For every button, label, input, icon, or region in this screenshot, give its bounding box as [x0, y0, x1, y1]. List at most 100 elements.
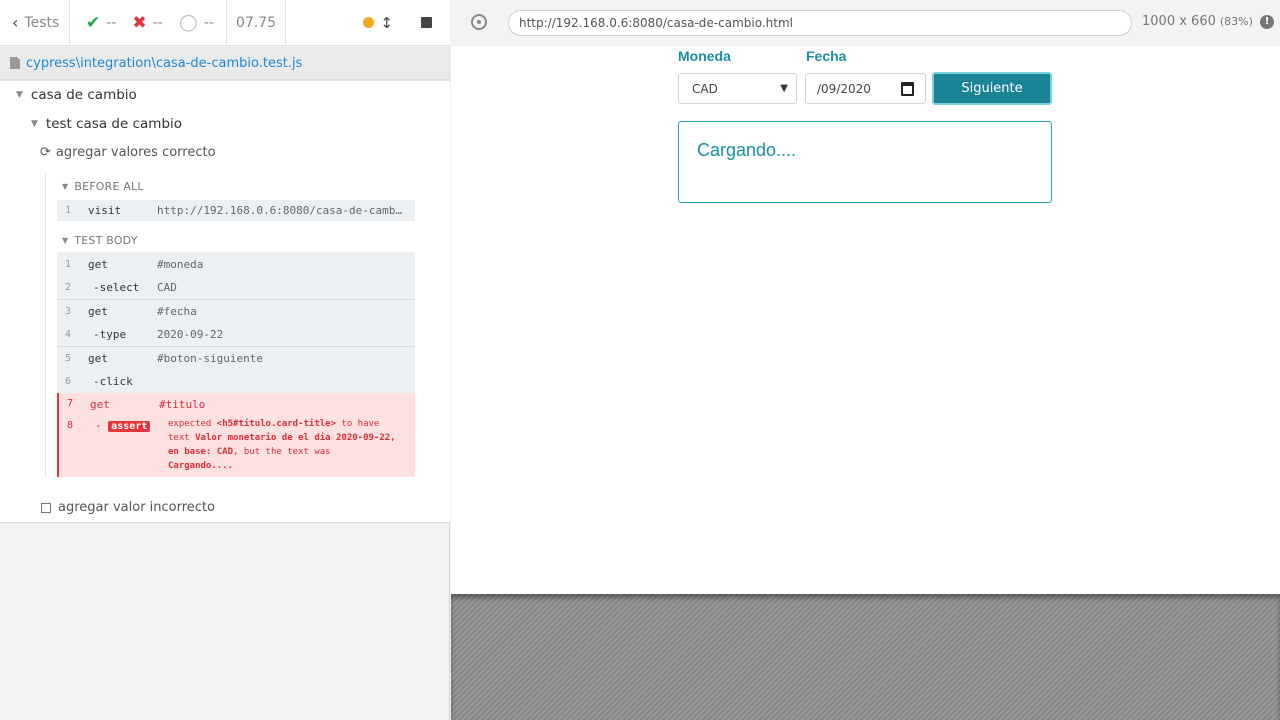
suite-title: casa de cambio [30, 87, 137, 103]
command-name: -click [93, 375, 133, 388]
command-row[interactable]: 2 -select CAD [57, 276, 415, 299]
url-bar[interactable]: http://192.168.0.6:8080/casa-de-cambio.h… [508, 10, 1132, 36]
fecha-label: Fecha [806, 48, 847, 64]
app-under-test: Moneda Fecha CAD ▼ /09/2020 Siguiente Ca… [451, 46, 1280, 594]
command-row[interactable]: 1 visit http://192.168.0.6:8080/casa-de-… [57, 200, 415, 221]
refresh-icon: ⟳ [40, 145, 51, 160]
failed-stat: ✖ -- [116, 0, 162, 46]
select-arrow-icon: ▼ [780, 83, 788, 94]
before-all-hook[interactable]: ▼ BEFORE ALL [62, 180, 144, 193]
viewport-size: 1000 x 660 (83%) [1142, 14, 1253, 29]
command-message: 2020-09-22 [157, 328, 224, 341]
command-name: -select [93, 281, 140, 294]
command-message: #moneda [157, 257, 204, 271]
error-text: expected [168, 419, 212, 429]
triangle-down-icon: ▼ [62, 236, 69, 245]
failed-count: -- [152, 14, 163, 31]
command-row[interactable]: 4 -type 2020-09-22 [57, 323, 415, 346]
reporter-stats-bar: ‹ Tests ✔ -- ✖ -- ○ -- 07.75 ↕ [0, 0, 450, 46]
command-row[interactable]: 3 get #fecha [57, 299, 415, 323]
command-message: CAD [157, 281, 177, 294]
moneda-select[interactable]: CAD ▼ [678, 73, 797, 104]
assertion-error-message: expected <h5#titulo.card-title> to have … [168, 417, 413, 473]
test-row-active[interactable]: ⟳ agregar valores correcto [40, 145, 216, 160]
tests-label: Tests [24, 14, 60, 31]
failed-command-group[interactable]: 7 get #titulo 8 - assert expected <h5#ti… [57, 393, 415, 477]
triangle-down-icon: ▼ [16, 90, 23, 100]
calendar-icon[interactable] [901, 82, 914, 96]
viewport-dimensions: 1000 x 660 [1142, 14, 1216, 29]
command-message: #fecha [157, 305, 197, 318]
command-name: get [90, 398, 110, 411]
suite-row[interactable]: ▼ casa de cambio [16, 87, 137, 103]
error-text: text [168, 433, 190, 443]
subsuite-title: test casa de cambio [45, 116, 183, 132]
command-log: ▼ BEFORE ALL 1 visit http://192.168.0.6:… [45, 174, 415, 477]
file-icon [10, 57, 20, 69]
scroll-icon[interactable]: ↕ [380, 14, 393, 32]
test-body-hook[interactable]: ▼ TEST BODY [62, 234, 138, 247]
checkbox-icon [41, 502, 51, 513]
spec-file-link[interactable]: cypress\integration\casa-de-cambio.test.… [26, 56, 302, 71]
command-number: 4 [64, 329, 72, 340]
viewport-scale: (83%) [1219, 15, 1253, 28]
moneda-label: Moneda [678, 48, 731, 64]
info-icon[interactable]: ! [1260, 15, 1274, 29]
card-title: Cargando.... [697, 140, 797, 160]
hook-label: TEST BODY [74, 234, 138, 247]
siguiente-button[interactable]: Siguiente [932, 72, 1052, 105]
duration: 07.75 [226, 0, 287, 46]
command-row[interactable]: 1 get #moneda [57, 252, 415, 276]
command-name: -type [93, 328, 127, 341]
crosshair-icon[interactable] [471, 14, 487, 30]
error-expected: en base: CAD [168, 447, 234, 457]
command-row[interactable]: 6 -click [57, 370, 415, 393]
command-name: get [88, 352, 108, 365]
pending-count: -- [203, 14, 215, 31]
command-message: #titulo [159, 398, 206, 411]
assert-badge: assert [108, 421, 151, 432]
reporter-panel: ‹ Tests ✔ -- ✖ -- ○ -- 07.75 ↕ cypress\i… [0, 0, 450, 720]
reporter-controls: ↕ [363, 14, 450, 32]
assert-command: - assert [95, 419, 151, 432]
triangle-down-icon: ▼ [62, 182, 69, 191]
command-row[interactable]: 5 get #boton-siguiente [57, 346, 415, 370]
aut-header: http://192.168.0.6:8080/casa-de-cambio.h… [451, 0, 1280, 46]
circle-pending-icon: ○ [178, 10, 198, 35]
command-message: http://192.168.0.6:8080/casa-de-cambio.h… [157, 204, 403, 217]
error-text: to have [341, 419, 380, 429]
stop-icon[interactable] [421, 17, 432, 28]
command-number: 3 [64, 306, 72, 317]
fecha-value: /09/2020 [817, 81, 871, 96]
command-number: 2 [64, 282, 72, 293]
command-number: 5 [64, 353, 72, 364]
test-title: agregar valor incorrecto [58, 500, 215, 515]
spec-file-bar: cypress\integration\casa-de-cambio.test.… [0, 47, 450, 80]
command-name: get [88, 305, 108, 318]
x-icon: ✖ [132, 12, 147, 33]
command-number: 8 [66, 420, 74, 431]
runnables-list: ▼ casa de cambio ▼ test casa de cambio ⟳… [0, 81, 450, 523]
moneda-value: CAD [692, 81, 718, 96]
error-expected: Valor monetario de el dia 2020-09-22, [195, 433, 396, 443]
command-name: visit [88, 204, 122, 217]
error-subject: <h5#titulo.card-title> [216, 419, 336, 429]
pending-stat: ○ -- [163, 0, 214, 46]
command-name: - [95, 419, 102, 432]
test-title: agregar valores correcto [55, 145, 216, 160]
test-row-pending[interactable]: agregar valor incorrecto [41, 500, 215, 515]
fecha-input[interactable]: /09/2020 [805, 73, 926, 104]
error-actual: Cargando.... [168, 461, 234, 471]
passed-stat: ✔ -- [70, 0, 116, 46]
command-number: 1 [64, 205, 72, 216]
subsuite-row[interactable]: ▼ test casa de cambio [31, 116, 182, 132]
triangle-down-icon: ▼ [31, 119, 38, 129]
hook-label: BEFORE ALL [74, 180, 144, 193]
chevron-left-icon: ‹ [12, 13, 19, 32]
tests-button[interactable]: ‹ Tests [0, 0, 70, 46]
running-indicator [363, 17, 375, 28]
result-card: Cargando.... [678, 121, 1052, 203]
command-message: #boton-siguiente [157, 352, 263, 365]
error-text: , but the text was [233, 447, 331, 457]
viewport-background [451, 594, 1280, 720]
